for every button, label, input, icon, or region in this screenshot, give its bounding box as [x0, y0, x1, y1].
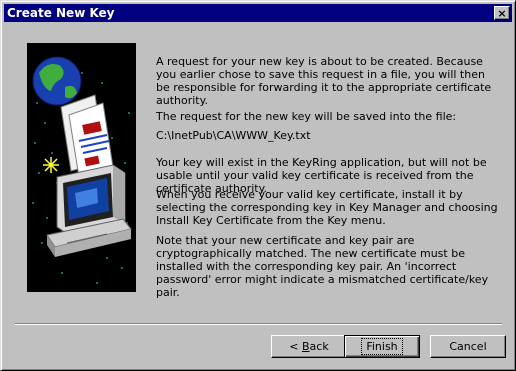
back-button[interactable]: < Back [271, 335, 347, 358]
matching-note-text: Note that your new certificate and key p… [156, 234, 489, 299]
save-location-text: The request for the new key will be save… [156, 110, 457, 123]
create-new-key-dialog: Create New Key × A request for your new … [0, 0, 516, 371]
install-instructions-text: When you receive your valid key certific… [156, 188, 498, 227]
finish-button[interactable]: Finish [344, 335, 420, 358]
wizard-illustration [27, 43, 136, 292]
cancel-button[interactable]: Cancel [430, 335, 506, 358]
globe-documents-computer-icon [27, 43, 136, 292]
button-separator [15, 323, 502, 325]
window-title: Create New Key [7, 6, 115, 20]
finish-button-label: Finish [361, 338, 403, 355]
close-icon: × [497, 6, 507, 20]
back-button-label: < Back [289, 340, 329, 353]
close-button[interactable]: × [494, 6, 510, 20]
title-bar[interactable]: Create New Key × [4, 4, 512, 22]
cancel-button-label: Cancel [449, 340, 487, 353]
file-path: C:\InetPub\CA\WWW_Key.txt [156, 129, 311, 142]
intro-text: A request for your new key is about to b… [156, 55, 492, 107]
